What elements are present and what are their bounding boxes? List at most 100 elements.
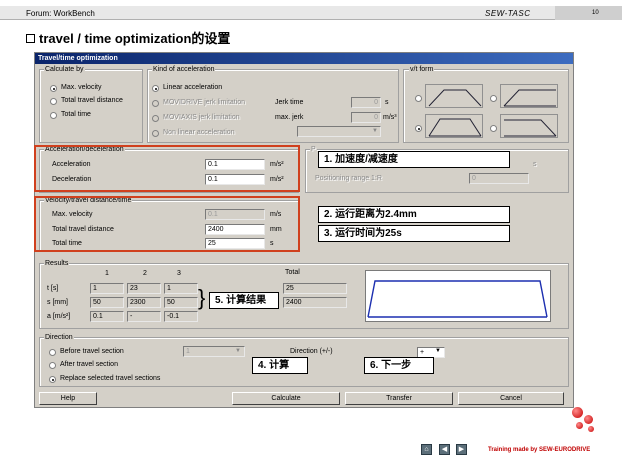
positioning-range-label: Positioning range 1:R — [315, 175, 382, 182]
results-total-header: Total — [285, 269, 300, 276]
results-legend: Results — [44, 260, 70, 267]
results-a-1: 0.1 — [90, 311, 124, 322]
radio-before-travel-section-label: Before travel section — [60, 348, 124, 355]
direction-sign-label: Direction (+/-) — [290, 348, 333, 355]
radio-movidrive-jerk[interactable] — [152, 100, 159, 107]
radio-total-time-label: Total time — [61, 111, 91, 118]
slide-title-text: travel / time optimization的设置 — [39, 31, 231, 46]
callout-distance: 2. 运行距离为2.4mm — [318, 206, 510, 223]
page-number: 10 — [592, 10, 599, 16]
vt-form-shape-4[interactable] — [500, 114, 558, 138]
highlight-velocity-box — [34, 196, 300, 252]
results-t-1: 1 — [90, 283, 124, 294]
positioning-range-field[interactable]: 0 — [469, 173, 529, 184]
jerk-time-unit: s — [385, 99, 389, 106]
calculate-button[interactable]: Calculate — [232, 392, 340, 405]
previous-nav-icon[interactable]: ◀ — [439, 444, 450, 455]
transfer-button[interactable]: Transfer — [345, 392, 453, 405]
radio-before-travel-section[interactable] — [49, 349, 56, 356]
footer-credit: Training made by SEW-EURODRIVE — [488, 447, 591, 453]
help-button[interactable]: Help — [39, 392, 97, 405]
positioning-time-unit: s — [533, 161, 537, 168]
decorative-dot-2 — [584, 415, 593, 424]
radio-after-travel-section-label: After travel section — [60, 361, 118, 368]
jerk-time-field[interactable]: 0 — [351, 97, 381, 108]
max-jerk-unit: m/s³ — [383, 114, 397, 121]
home-nav-icon[interactable]: ⌂ — [421, 444, 432, 455]
forum-label: Forum: WorkBench — [26, 9, 95, 18]
velocity-profile-preview — [365, 270, 551, 322]
calculate-by-group — [39, 69, 143, 143]
product-label: SEW-TASC — [485, 9, 531, 18]
decorative-dot-3 — [576, 422, 583, 429]
vt-form-radio-3[interactable] — [415, 125, 422, 132]
results-col-1: 1 — [105, 270, 109, 277]
section-select-chevron-icon: ▼ — [235, 348, 241, 354]
radio-total-time[interactable] — [50, 112, 57, 119]
results-s-2: 2300 — [127, 297, 161, 308]
trapezoid-flat-icon — [428, 118, 482, 137]
radio-replace-selected-sections-label: Replace selected travel sections — [60, 375, 161, 382]
vt-form-legend: v/t form — [409, 66, 435, 73]
results-a-3: -0.1 — [164, 311, 198, 322]
vt-form-radio-1[interactable] — [415, 95, 422, 102]
radio-moviaxis-jerk[interactable] — [152, 115, 159, 122]
radio-total-travel-distance-label: Total travel distance — [61, 97, 123, 104]
direction-legend: Direction — [44, 334, 74, 341]
radio-after-travel-section[interactable] — [49, 362, 56, 369]
results-a-2: - — [127, 311, 161, 322]
callout-next: 6. 下一步 — [364, 357, 434, 374]
results-t-3: 1 — [164, 283, 198, 294]
vt-form-radio-4[interactable] — [490, 125, 497, 132]
results-row-t-label: t [s] — [47, 285, 59, 292]
results-col-3: 3 — [177, 270, 181, 277]
dialog-title: Travel/time optimization — [35, 53, 573, 64]
vt-form-radio-2[interactable] — [490, 95, 497, 102]
radio-non-linear-acceleration[interactable] — [152, 130, 159, 137]
radio-linear-acceleration-label: Linear acceleration — [163, 84, 223, 91]
vt-form-shape-2[interactable] — [500, 84, 558, 108]
next-nav-icon[interactable]: ▶ — [456, 444, 467, 455]
highlight-acceleration-box — [34, 145, 300, 192]
radio-total-travel-distance[interactable] — [50, 98, 57, 105]
decorative-dot-1 — [572, 407, 583, 418]
velocity-profile-graph — [367, 280, 548, 318]
results-t-total: 25 — [283, 283, 347, 294]
max-jerk-label: max. jerk — [275, 114, 304, 121]
callout-time: 3. 运行时间为25s — [318, 225, 510, 242]
radio-max-velocity-label: Max. velocity — [61, 84, 102, 91]
results-row-a-label: a [m/s²] — [47, 313, 71, 320]
radio-movidrive-jerk-label: MOVIDRIVE jerk limitation — [163, 99, 246, 106]
callout-results: 5. 计算结果 — [209, 292, 279, 309]
results-row-s-label: s [mm] — [47, 299, 68, 306]
cancel-button[interactable]: Cancel — [458, 392, 564, 405]
jerk-time-label: Jerk time — [275, 99, 304, 106]
triangle-ramp-icon — [503, 89, 556, 107]
vt-form-shape-3[interactable] — [425, 114, 483, 138]
radio-non-linear-acceleration-label: Non linear acceleration — [163, 129, 235, 136]
results-s-1: 50 — [90, 297, 124, 308]
slide-title: travel / time optimization的设置 — [26, 28, 230, 47]
max-jerk-field[interactable]: 0 — [351, 112, 381, 123]
radio-linear-acceleration[interactable] — [152, 85, 159, 92]
non-linear-profile-select[interactable] — [297, 126, 381, 137]
results-t-2: 23 — [127, 283, 161, 294]
results-s-3: 50 — [164, 297, 198, 308]
radio-max-velocity[interactable] — [50, 85, 57, 92]
direction-sign-chevron-icon: ▼ — [435, 348, 441, 354]
brace-icon: } — [198, 285, 206, 310]
callout-acceleration: 1. 加速度/减速度 — [318, 151, 510, 168]
calculate-by-legend: Calculate by — [44, 66, 85, 73]
radio-moviaxis-jerk-label: MOVIAXIS jerk limitation — [163, 114, 240, 121]
positioning-legend-fragment: P — [310, 146, 317, 153]
callout-calculate: 4. 计算 — [252, 357, 308, 374]
checkbox-square-icon — [26, 34, 35, 43]
decorative-dot-4 — [588, 426, 594, 432]
results-col-2: 2 — [143, 270, 147, 277]
radio-replace-selected-sections[interactable] — [49, 376, 56, 383]
trapezoid-icon — [428, 89, 482, 107]
results-s-total: 2400 — [283, 297, 347, 308]
kind-of-acceleration-legend: Kind of acceleration — [152, 66, 216, 73]
ramp-down-icon — [504, 119, 557, 137]
vt-form-shape-1[interactable] — [425, 84, 483, 108]
